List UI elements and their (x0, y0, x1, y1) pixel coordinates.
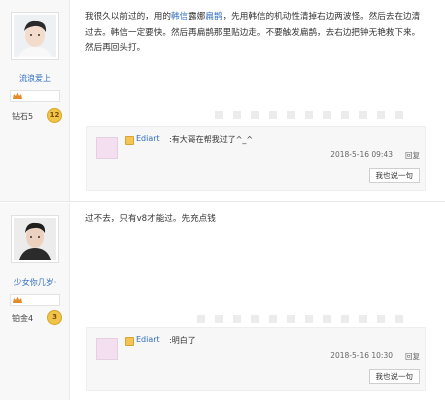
reply-avatar[interactable] (96, 137, 118, 159)
reply-link[interactable]: 回复 (405, 150, 420, 161)
rank-badge: 12 (47, 108, 62, 123)
post-item: 流浪爱上 钻石5 12 我很久以前过的，用的韩信露娜扁鹊，先用韩信的机动性清掉右… (0, 0, 445, 202)
rank-row: 钻石5 12 (10, 108, 66, 125)
post-item: 少女你几岁· 铂金4 3 过不去，只有v8才能过。先充点钱 Ediart :明白… (0, 203, 445, 400)
hero-link-hanxin[interactable]: 韩信 (171, 12, 188, 22)
blurred-divider (85, 111, 425, 119)
reply-username[interactable]: Ediart (136, 134, 160, 143)
user-column: 流浪爱上 钻石5 12 (0, 0, 70, 201)
blurred-divider (85, 315, 425, 323)
rank-label: 铂金4 (12, 314, 34, 323)
post-content: 过不去，只有v8才能过。先充点钱 (85, 212, 425, 228)
say-something-button[interactable]: 我也说一句 (368, 369, 420, 384)
reply-time: 2018-5-16 10:30 (330, 351, 393, 360)
crown-icon (13, 92, 22, 99)
avatar[interactable] (11, 215, 59, 263)
username[interactable]: 流浪爱上 (0, 73, 70, 84)
rank-label: 钻石5 (12, 112, 34, 121)
level-box (10, 294, 60, 306)
reply-box: Ediart :明白了 2018-5-16 10:30 回复 我也说一句 (86, 327, 426, 391)
vip-badge-icon (125, 337, 134, 346)
username[interactable]: 少女你几岁· (0, 277, 70, 288)
reply-text: :明白了 (169, 336, 196, 345)
level-box (10, 90, 60, 102)
content-text: 过不去，只有v8才能过。先充点钱 (85, 214, 216, 224)
rank-badge: 3 (47, 310, 62, 325)
reply-username[interactable]: Ediart (136, 335, 160, 344)
vip-badge-icon (125, 136, 134, 145)
crown-icon (13, 296, 22, 303)
reply-avatar[interactable] (96, 338, 118, 360)
avatar-image (14, 15, 56, 57)
hero-link-bianque[interactable]: 扁鹊 (205, 12, 222, 22)
reply-time: 2018-5-16 09:43 (330, 150, 393, 159)
avatar-image (14, 218, 56, 260)
avatar[interactable] (11, 12, 59, 60)
reply-link[interactable]: 回复 (405, 351, 420, 362)
rank-row: 铂金4 3 (10, 310, 66, 327)
say-something-button[interactable]: 我也说一句 (368, 168, 420, 183)
content-text: 我很久以前过的，用的 (85, 12, 171, 22)
reply-box: Ediart :有大哥在帮我过了^_^ 2018-5-16 09:43 回复 我… (86, 126, 426, 191)
content-text: 露娜 (188, 12, 206, 22)
post-content: 我很久以前过的，用的韩信露娜扁鹊，先用韩信的机动性清掉右边两波怪。然后去在边清过… (85, 10, 425, 57)
user-column: 少女你几岁· (0, 203, 70, 400)
reply-text: :有大哥在帮我过了^_^ (169, 135, 254, 144)
